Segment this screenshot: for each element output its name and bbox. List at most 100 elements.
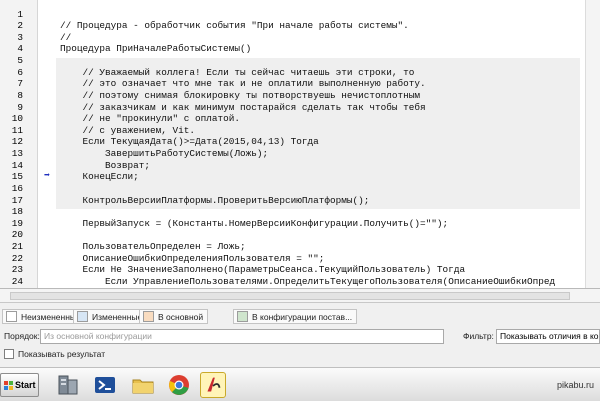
code-line[interactable]: 12 Если ТекущаяДата()>=Дата(2015,04,13) … (0, 136, 585, 148)
line-code-text: // с уважением, Vit. (60, 124, 196, 136)
line-code-text: КонтрольВерсииПлатформы.ПроверитьВерсиюП… (60, 194, 370, 206)
code-line[interactable]: 15 ➡ КонецЕсли; (0, 171, 585, 183)
code-line[interactable]: 18 (0, 206, 585, 218)
line-code-text: // поэтому снимая блокировку ты потворст… (60, 89, 421, 101)
horizontal-scrollbar-thumb[interactable] (10, 292, 570, 300)
code-editor[interactable]: 1 2 // Процедура - обработчик события "При… (0, 0, 600, 289)
code-line[interactable]: 16 (0, 183, 585, 195)
line-number: 3 (17, 31, 23, 43)
chrome-icon[interactable] (166, 372, 192, 398)
line-number: 10 (11, 113, 23, 125)
windows-logo-icon (4, 380, 13, 390)
line-number: 8 (17, 89, 23, 101)
show-result-checkbox-row[interactable]: Показывать результат (4, 348, 105, 360)
code-line[interactable]: 24 Если УправлениеПользователями.Определ… (0, 276, 585, 288)
line-code-text: // Процедура - обработчик события "При н… (60, 20, 409, 32)
code-line[interactable]: 23 Если Не ЗначениеЗаполнено(ПараметрыСе… (0, 264, 585, 276)
powershell-icon[interactable] (92, 372, 118, 398)
legend-label: Неизмененные (21, 311, 81, 322)
line-code-text: Если Не ЗначениеЗаполнено(ПараметрыСеанс… (60, 264, 466, 276)
vertical-scrollbar[interactable] (585, 0, 600, 288)
line-number: 23 (11, 264, 23, 276)
line-number: 18 (11, 206, 23, 218)
show-result-checkbox[interactable] (4, 349, 14, 359)
code-line[interactable]: 10 // не "прокинули" с оплатой. (0, 113, 585, 125)
line-code-text: Возврат; (60, 159, 151, 171)
legend-swatch (6, 311, 17, 322)
order-label: Порядок: (4, 331, 40, 341)
line-code-text: ОписаниеОшибкиОпределенияПользователя = … (60, 252, 325, 264)
legend-changed: Измененные (73, 309, 148, 324)
file-explorer-icon[interactable] (130, 372, 156, 398)
line-number: 11 (11, 124, 23, 136)
code-line[interactable]: 5 (0, 55, 585, 67)
diff-legend: Неизмененные Измененные В основной В кон… (0, 309, 600, 325)
line-code-text: // (60, 31, 72, 43)
code-line[interactable]: 4 Процедура ПриНачалеРаботыСистемы() (0, 43, 585, 55)
code-line[interactable]: 1 (0, 9, 585, 21)
line-number: 15 (11, 171, 23, 183)
line-number: 14 (11, 159, 23, 171)
line-number: 21 (11, 241, 23, 253)
legend-in-main: В основной (139, 309, 209, 324)
taskbar: Start pikabu.ru (0, 367, 600, 401)
line-code-text: ЗавершитьРаботуСистемы(Ложь); (60, 148, 269, 160)
code-line[interactable]: 2 // Процедура - обработчик события "При … (0, 20, 585, 32)
line-number: 17 (11, 194, 23, 206)
code-line[interactable]: 3 // (0, 32, 585, 44)
line-code-text: // Уважаемый коллега! Если ты сейчас чит… (60, 66, 415, 78)
line-number: 1 (17, 8, 23, 20)
code-line[interactable]: 8 // поэтому снимая блокировку ты потвор… (0, 90, 585, 102)
legend-swatch (143, 311, 154, 322)
current-line-arrow-icon: ➡ (44, 171, 51, 183)
legend-swatch (237, 311, 248, 322)
code-line[interactable]: 11 // с уважением, Vit. (0, 125, 585, 137)
line-code-text: Если УправлениеПользователями.Определить… (60, 275, 556, 287)
code-line[interactable]: 20 (0, 229, 585, 241)
filter-value: Показывать отличия в конф (500, 331, 600, 341)
horizontal-scrollbar[interactable] (0, 289, 600, 303)
legend-in-vendor-config: В конфигурации постав... (233, 309, 358, 324)
line-number: 22 (11, 252, 23, 264)
line-code-text: Если ТекущаяДата()>=Дата(2015,04,13) Тог… (60, 136, 319, 148)
line-code-text: ПервыйЗапуск = (Константы.НомерВерсииКон… (60, 217, 449, 229)
code-line[interactable]: 13 ЗавершитьРаботуСистемы(Ложь); (0, 148, 585, 160)
1c-enterprise-icon[interactable] (200, 372, 226, 398)
line-code-text: // это означает что мне так и не оплатил… (60, 78, 426, 90)
line-number: 7 (17, 78, 23, 90)
line-number: 13 (11, 148, 23, 160)
legend-label: Измененные (92, 311, 143, 322)
code-line[interactable]: 17 КонтрольВерсииПлатформы.ПроверитьВерс… (0, 195, 585, 207)
legend-label: В основной (158, 311, 204, 322)
line-number: 24 (11, 275, 23, 287)
code-line[interactable]: 21 ПользовательОпределен = Ложь; (0, 241, 585, 253)
line-number: 20 (11, 229, 23, 241)
server-manager-icon[interactable] (55, 372, 81, 398)
filter-select[interactable]: Показывать отличия в конф (496, 329, 600, 344)
start-button[interactable]: Start (0, 373, 39, 397)
line-number: 12 (11, 136, 23, 148)
code-line[interactable]: 7 // это означает что мне так и не оплат… (0, 78, 585, 90)
show-result-label: Показывать результат (18, 349, 106, 359)
filter-label: Фильтр: (463, 331, 494, 341)
code-line[interactable]: 9 // заказчикам и как минимум постарайся… (0, 102, 585, 114)
order-select[interactable]: Из основной конфигурации (40, 329, 444, 344)
line-code-text: // заказчикам и как минимум постарайся с… (60, 101, 426, 113)
code-line[interactable]: 22 ОписаниеОшибкиОпределенияПользователя… (0, 253, 585, 265)
line-number: 4 (17, 43, 23, 55)
line-number: 19 (11, 217, 23, 229)
watermark-text: pikabu.ru (556, 380, 594, 390)
line-code-text: Процедура ПриНачалеРаботыСистемы() (60, 43, 252, 55)
code-line[interactable]: 6 // Уважаемый коллега! Если ты сейчас ч… (0, 67, 585, 79)
line-number: 6 (17, 66, 23, 78)
legend-label: В конфигурации постав... (252, 311, 353, 322)
code-line[interactable]: 14 Возврат; (0, 160, 585, 172)
line-number: 9 (17, 101, 23, 113)
line-code-text: // не "прокинули" с оплатой. (60, 113, 241, 125)
order-placeholder: Из основной конфигурации (44, 331, 152, 341)
code-line[interactable]: 19 ПервыйЗапуск = (Константы.НомерВерсии… (0, 218, 585, 230)
line-code-text: ПользовательОпределен = Ложь; (60, 241, 246, 253)
filter-row: Порядок: Из основной конфигурации Фильтр… (0, 329, 600, 345)
line-code-text: КонецЕсли; (60, 171, 139, 183)
line-number: 16 (11, 182, 23, 194)
